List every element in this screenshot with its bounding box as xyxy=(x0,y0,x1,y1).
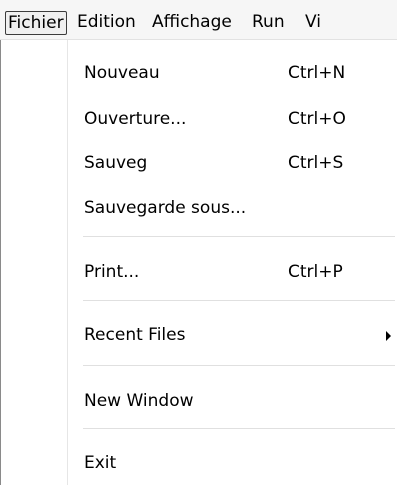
menu-item-sauvegarde-sous[interactable]: Sauvegarde sous... xyxy=(2,190,397,226)
menu-item-recent-files[interactable]: Recent Files xyxy=(2,317,397,353)
menu-item-exit[interactable]: Exit xyxy=(2,445,397,481)
menu-item-new-window[interactable]: New Window xyxy=(2,383,397,419)
menu-item-label: Exit xyxy=(84,453,117,473)
menu-item-nouveau[interactable]: Nouveau Ctrl+N xyxy=(2,55,397,91)
menu-item-label: Print... xyxy=(84,262,140,282)
menu-item-sauveg[interactable]: Sauveg Ctrl+S xyxy=(2,145,397,181)
menu-item-label: New Window xyxy=(84,391,194,411)
menu-run[interactable]: Run xyxy=(252,11,285,35)
menu-item-label: Recent Files xyxy=(84,325,186,345)
submenu-arrow-icon xyxy=(386,331,391,341)
menu-affichage[interactable]: Affichage xyxy=(152,11,232,35)
menu-edition[interactable]: Edition xyxy=(77,11,136,35)
menu-separator xyxy=(83,300,395,301)
menu-item-shortcut: Ctrl+P xyxy=(288,262,343,282)
menu-item-label: Sauvegarde sous... xyxy=(84,198,247,218)
menu-item-ouverture[interactable]: Ouverture... Ctrl+O xyxy=(2,101,397,137)
menu-item-label: Nouveau xyxy=(84,63,160,83)
menu-item-shortcut: Ctrl+O xyxy=(288,109,346,129)
menu-item-shortcut: Ctrl+N xyxy=(288,63,346,83)
menu-separator xyxy=(83,428,395,429)
menu-item-shortcut: Ctrl+S xyxy=(288,153,344,173)
menu-vi[interactable]: Vi xyxy=(305,11,321,35)
menu-bar: Fichier Edition Affichage Run Vi xyxy=(0,0,397,40)
menu-item-label: Sauveg xyxy=(84,153,148,173)
file-menu-dropdown: Nouveau Ctrl+N Ouverture... Ctrl+O Sauve… xyxy=(0,40,397,485)
menu-separator xyxy=(83,365,395,366)
menu-fichier[interactable]: Fichier xyxy=(5,11,67,35)
menu-separator xyxy=(83,236,395,237)
menu-item-print[interactable]: Print... Ctrl+P xyxy=(2,254,397,290)
menu-item-label: Ouverture... xyxy=(84,109,187,129)
